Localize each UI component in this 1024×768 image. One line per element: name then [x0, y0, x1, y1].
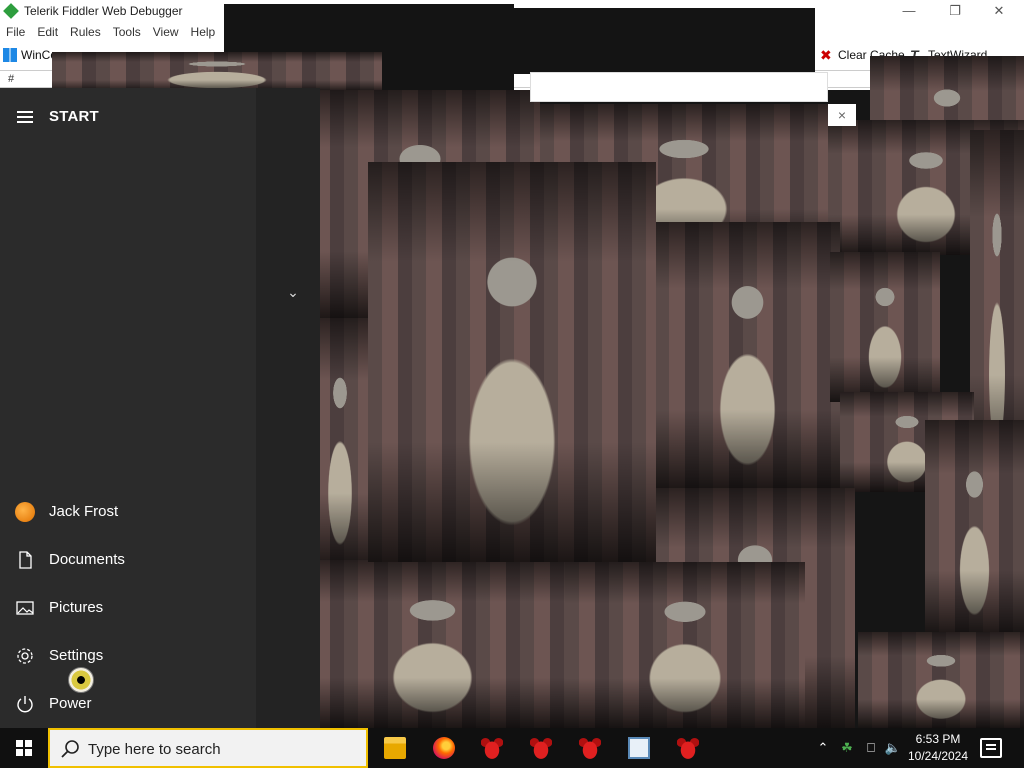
gear-icon: [17, 648, 33, 664]
start-item-user[interactable]: Jack Frost: [0, 490, 256, 534]
start-item-documents[interactable]: Documents: [0, 538, 256, 582]
user-avatar-icon: [15, 502, 35, 522]
file-explorer-icon: [384, 737, 406, 759]
fiddler-titlebar[interactable]: Telerik Fiddler Web Debugger — ❐ ✕: [0, 0, 1024, 22]
taskbar: ⌃ ☘ ⎕ 🔈 6:53 PM 10/24/2024: [0, 728, 1024, 768]
power-icon: [17, 696, 33, 713]
network-icon[interactable]: ⎕: [862, 728, 880, 768]
clear-cache-button[interactable]: ✖ Clear Cache: [820, 48, 905, 62]
start-item-label: Pictures: [49, 599, 104, 616]
clock-time: 6:53 PM: [915, 732, 961, 746]
start-menu-rail: [0, 88, 256, 728]
search-input[interactable]: [88, 738, 358, 760]
windows-icon: [3, 48, 17, 62]
taskbar-app-bull-2[interactable]: [517, 728, 565, 768]
chevron-down-icon[interactable]: ⌄: [284, 284, 302, 302]
clear-cache-icon: ✖: [820, 47, 832, 63]
eye-cursor-icon: [68, 667, 94, 693]
image-tile: [858, 632, 1024, 728]
start-menu-header: START: [0, 104, 256, 130]
start-item-label: Settings: [49, 647, 104, 664]
image-tile: [655, 222, 840, 490]
taskbar-app-firefox[interactable]: [420, 728, 468, 768]
taskbar-app-bull-3[interactable]: [566, 728, 614, 768]
start-item-label: Jack Frost: [49, 503, 119, 520]
start-menu-panel: [256, 88, 320, 728]
bull-app-icon: [677, 737, 699, 759]
blank-popup-window[interactable]: [530, 72, 828, 102]
clock-date: 10/24/2024: [907, 749, 969, 763]
image-tile: [925, 420, 1024, 635]
fiddler-logo-icon: [3, 3, 19, 19]
column-number[interactable]: #: [8, 73, 14, 85]
restore-button[interactable]: ❐: [932, 2, 978, 20]
textwizard-icon: T: [910, 47, 919, 63]
image-tile-foreground: [368, 162, 656, 562]
menu-tools[interactable]: Tools: [107, 22, 147, 42]
textwizard-button[interactable]: T TextWizard: [910, 48, 987, 62]
start-item-label: Power: [49, 695, 92, 712]
window-app-icon: [628, 737, 650, 759]
image-tile: [540, 104, 828, 254]
bull-app-icon: [530, 737, 552, 759]
image-tile: [300, 90, 540, 320]
fiddler-menubar: File Edit Rules Tools View Help: [0, 22, 221, 42]
menu-view[interactable]: View: [147, 22, 185, 42]
fiddler-window: Telerik Fiddler Web Debugger — ❐ ✕ File …: [0, 0, 1024, 90]
fiddler-title: Telerik Fiddler Web Debugger: [24, 4, 183, 18]
bull-app-icon: [579, 737, 601, 759]
start-item-pictures[interactable]: Pictures: [0, 586, 256, 630]
tray-overflow-chevron-icon[interactable]: ⌃: [814, 728, 832, 768]
hamburger-menu-icon[interactable]: [17, 111, 33, 123]
search-icon: [61, 740, 79, 758]
notifications-icon[interactable]: [980, 738, 1002, 758]
image-tile: [300, 560, 565, 728]
taskbar-app-window[interactable]: [615, 728, 663, 768]
menu-file[interactable]: File: [0, 22, 31, 42]
tray-security-icon[interactable]: ☘: [838, 728, 856, 768]
taskbar-app-file-explorer[interactable]: [371, 728, 419, 768]
image-tile: [830, 252, 940, 402]
session-column-header: #: [0, 70, 1024, 88]
pictures-icon: [16, 601, 34, 615]
popup-close-icon[interactable]: ×: [828, 104, 856, 126]
menu-help[interactable]: Help: [185, 22, 222, 42]
taskbar-app-bull-4[interactable]: [664, 728, 712, 768]
image-tile: [565, 562, 805, 728]
image-tile: [655, 488, 855, 728]
winconfig-button[interactable]: WinCo: [3, 48, 57, 62]
minimize-button[interactable]: —: [886, 2, 932, 20]
image-tile: [970, 130, 1024, 480]
taskbar-clock[interactable]: 6:53 PM 10/24/2024: [906, 731, 970, 765]
close-button[interactable]: ✕: [976, 2, 1022, 20]
start-item-label: Documents: [49, 551, 125, 568]
image-tile: [840, 392, 974, 492]
start-title: START: [49, 108, 99, 125]
document-icon: [19, 551, 32, 569]
start-item-settings[interactable]: Settings: [0, 634, 256, 678]
taskbar-search[interactable]: [48, 728, 368, 768]
menu-rules[interactable]: Rules: [64, 22, 107, 42]
start-button[interactable]: [0, 728, 48, 768]
bull-app-icon: [481, 737, 503, 759]
windows-logo-icon: [16, 740, 32, 756]
start-item-power[interactable]: Power: [0, 682, 256, 726]
fiddler-toolbar: WinCo ✖ Clear Cache T TextWizard: [0, 44, 1024, 68]
firefox-icon: [433, 737, 455, 759]
volume-icon[interactable]: 🔈: [884, 728, 902, 768]
image-tile: [828, 120, 1024, 255]
taskbar-app-bull-1[interactable]: [468, 728, 516, 768]
menu-edit[interactable]: Edit: [31, 22, 64, 42]
